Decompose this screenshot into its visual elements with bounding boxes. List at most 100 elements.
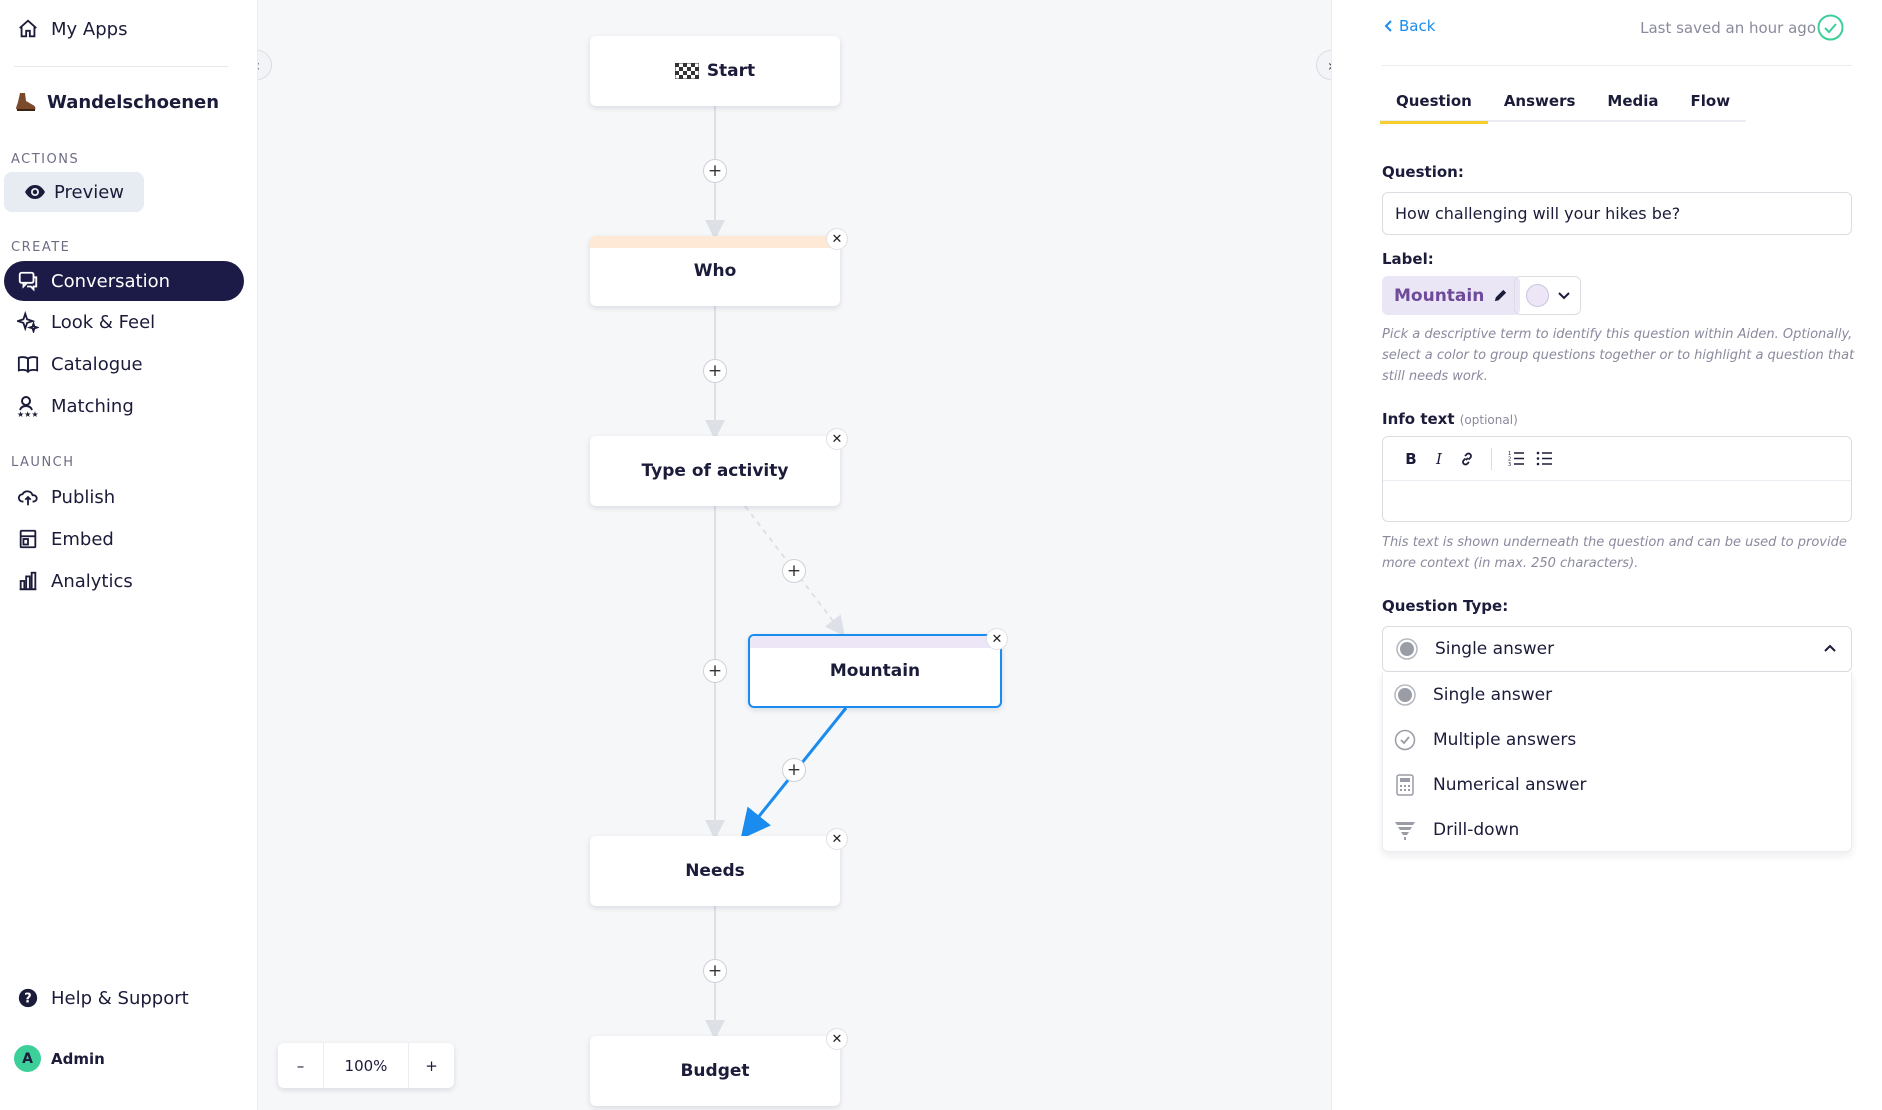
sidebar-item-label: Publish <box>51 486 116 508</box>
close-icon: ✕ <box>831 431 843 447</box>
close-icon: ✕ <box>831 231 843 247</box>
sidebar-item-conversation[interactable]: Conversation <box>4 261 244 301</box>
panel-divider <box>1382 65 1852 66</box>
help-label: Help & Support <box>51 987 189 1009</box>
upload-cloud-icon <box>16 485 40 509</box>
sidebar-item-look-feel[interactable]: Look & Feel <box>4 302 244 342</box>
back-link[interactable]: Back <box>1384 17 1435 35</box>
ordered-list-button[interactable]: 123 <box>1502 447 1530 471</box>
plus-icon: + <box>707 161 723 181</box>
close-icon: ✕ <box>991 631 1003 647</box>
add-node-button[interactable]: + <box>703 959 727 983</box>
option-label: Drill-down <box>1433 819 1520 840</box>
type-option-numerical[interactable]: Numerical answer <box>1383 762 1851 807</box>
delete-node-button[interactable]: ✕ <box>986 628 1008 650</box>
tab-flow[interactable]: Flow <box>1675 88 1747 122</box>
radio-filled-icon <box>1393 683 1417 707</box>
add-node-button[interactable]: + <box>703 359 727 383</box>
selected-type: Single answer <box>1435 639 1555 659</box>
toolbar-separator <box>1491 447 1492 470</box>
bullet-list-button[interactable] <box>1530 447 1558 471</box>
type-option-drilldown[interactable]: Drill-down <box>1383 807 1851 852</box>
home-icon <box>16 17 40 41</box>
question-editor-panel: Back Last saved an hour ago Question Ans… <box>1331 0 1882 1110</box>
bold-icon: B <box>1405 449 1417 468</box>
preview-button[interactable]: Preview <box>4 172 144 212</box>
editor-toolbar: B I 123 <box>1383 437 1851 481</box>
bar-chart-icon <box>16 569 40 593</box>
italic-button[interactable]: I <box>1425 447 1453 471</box>
zoom-in-button[interactable]: + <box>409 1043 454 1088</box>
plus-icon: + <box>786 760 802 780</box>
plus-icon: + <box>707 961 723 981</box>
flow-node-budget[interactable]: Budget ✕ <box>590 1028 848 1106</box>
close-icon: ✕ <box>831 1031 843 1047</box>
node-label: Needs <box>685 861 745 881</box>
add-node-button[interactable]: + <box>782 559 806 583</box>
node-label: Who <box>693 261 737 281</box>
flow-node-needs[interactable]: Needs ✕ <box>590 828 848 906</box>
sidebar-item-label: Analytics <box>51 570 133 592</box>
label-color-select[interactable] <box>1514 276 1581 315</box>
type-option-single[interactable]: Single answer <box>1383 672 1851 717</box>
sidebar-item-publish[interactable]: Publish <box>4 477 244 517</box>
label-value: Mountain <box>1394 285 1485 306</box>
flow-node-mountain[interactable]: Mountain ✕ <box>748 628 1008 708</box>
flow-node-who[interactable]: Who ✕ <box>590 228 848 306</box>
zoom-out-button[interactable]: – <box>278 1043 323 1088</box>
user-name: Admin <box>51 1049 105 1068</box>
tab-answers[interactable]: Answers <box>1488 88 1592 122</box>
svg-text:?: ? <box>24 992 31 1007</box>
svg-text:3: 3 <box>1508 462 1511 466</box>
bold-button[interactable]: B <box>1397 447 1425 471</box>
label-field-label: Label: <box>1382 250 1434 268</box>
delete-node-button[interactable]: ✕ <box>826 1028 848 1050</box>
type-option-multiple[interactable]: Multiple answers <box>1383 717 1851 762</box>
help-support-link[interactable]: ? Help & Support <box>4 978 244 1018</box>
sidebar-item-matching[interactable]: ★★★ Matching <box>4 386 244 426</box>
question-type-select[interactable]: Single answer <box>1382 626 1852 672</box>
saved-check-icon <box>1817 14 1844 41</box>
option-label: Multiple answers <box>1433 729 1577 750</box>
checkered-flag-icon <box>674 63 699 79</box>
sidebar-divider <box>14 66 228 67</box>
optional-tag: (optional) <box>1459 413 1518 427</box>
tab-media[interactable]: Media <box>1591 88 1674 122</box>
sidebar-item-label: Embed <box>51 528 114 550</box>
editor-tabs: Question Answers Media Flow <box>1380 88 1747 124</box>
node-label: Type of activity <box>641 461 789 481</box>
flow-node-start[interactable]: Start <box>590 36 840 106</box>
last-saved-text: Last saved an hour ago <box>1640 19 1816 37</box>
add-node-button[interactable]: + <box>703 159 727 183</box>
flow-canvas[interactable]: ‹ › Start Who ✕ Type of activity ✕ Mount… <box>258 0 1331 1110</box>
label-chip[interactable]: Mountain <box>1382 276 1521 315</box>
my-apps-link[interactable]: My Apps <box>4 9 244 49</box>
flow-node-type-of-activity[interactable]: Type of activity ✕ <box>590 428 848 506</box>
plus-icon: + <box>786 561 802 581</box>
plus-icon: + <box>707 361 723 381</box>
help-circle-icon: ? <box>16 986 40 1010</box>
info-text-label: Info text (optional) <box>1382 410 1518 428</box>
ordered-list-icon: 123 <box>1508 451 1525 466</box>
project-name: Wandelschoenen <box>47 91 220 113</box>
question-type-label: Question Type: <box>1382 597 1509 615</box>
avatar: A <box>14 1045 41 1072</box>
tab-question[interactable]: Question <box>1380 88 1488 124</box>
chevron-up-icon <box>1823 640 1837 658</box>
delete-node-button[interactable]: ✕ <box>826 828 848 850</box>
delete-node-button[interactable]: ✕ <box>826 228 848 250</box>
info-text-help: This text is shown underneath the questi… <box>1382 535 1847 571</box>
sidebar-item-analytics[interactable]: Analytics <box>4 561 244 601</box>
flow-edges <box>705 106 848 1040</box>
sparkle-icon <box>16 310 40 334</box>
user-menu[interactable]: A Admin <box>14 1045 105 1072</box>
chevron-left-icon: ‹ <box>258 56 260 75</box>
question-input[interactable]: How challenging will your hikes be? <box>1382 192 1852 235</box>
link-button[interactable] <box>1453 447 1481 471</box>
add-node-button[interactable]: + <box>782 758 806 782</box>
sidebar-item-embed[interactable]: Embed <box>4 519 244 559</box>
add-node-button[interactable]: + <box>703 659 727 683</box>
sidebar-item-catalogue[interactable]: Catalogue <box>4 344 244 384</box>
node-label: Start <box>706 61 756 81</box>
delete-node-button[interactable]: ✕ <box>826 428 848 450</box>
